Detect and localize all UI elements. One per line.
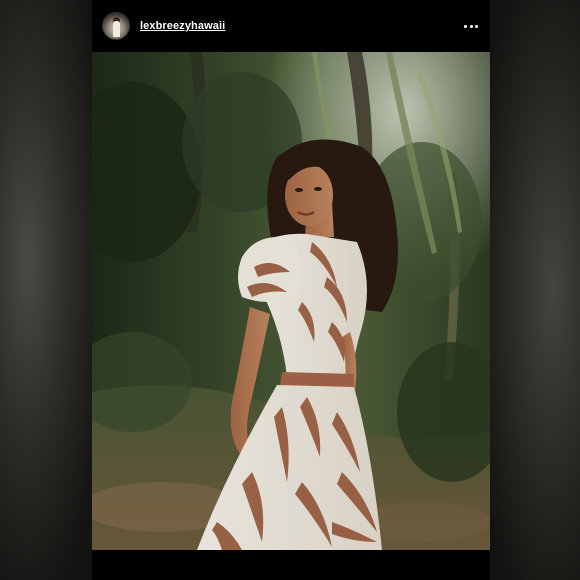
more-dot (464, 24, 467, 28)
post-header: lexbreezyhawaii (92, 0, 490, 52)
app-screen: lexbreezyhawaii (0, 0, 580, 580)
more-dot (475, 24, 478, 28)
photo-image (92, 52, 490, 550)
background-blur-right (488, 0, 580, 580)
username-link[interactable]: lexbreezyhawaii (140, 20, 225, 32)
post-photo[interactable] (92, 52, 490, 550)
more-options-icon[interactable] (462, 19, 480, 34)
post-footer (92, 550, 490, 580)
more-dot (469, 24, 473, 28)
avatar-figure-shape (113, 21, 120, 37)
background-blur-left (0, 0, 92, 580)
profile-avatar[interactable] (102, 12, 130, 40)
instagram-post: lexbreezyhawaii (92, 0, 490, 580)
